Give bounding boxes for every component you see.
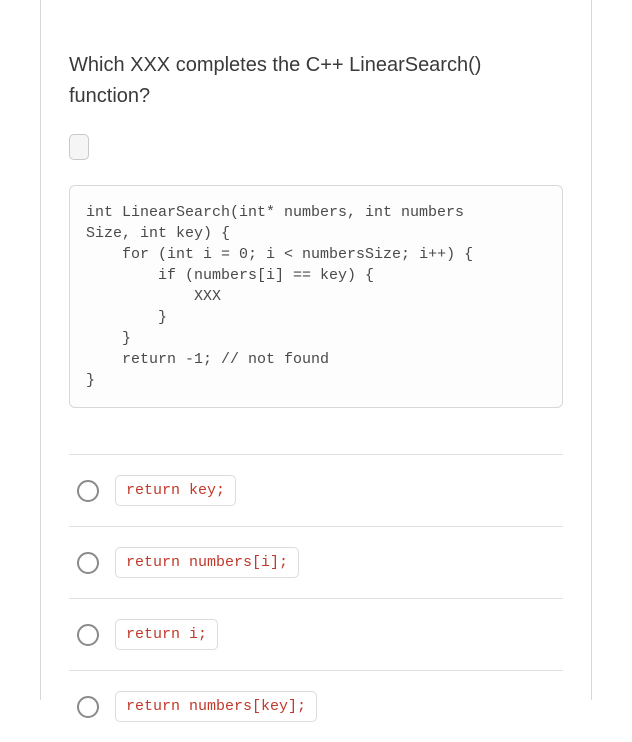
option-row[interactable]: return key; xyxy=(69,454,563,526)
attachment-badge xyxy=(69,134,89,160)
radio-icon[interactable] xyxy=(77,624,99,646)
answer-options: return key; return numbers[i]; return i;… xyxy=(69,454,563,742)
radio-icon[interactable] xyxy=(77,552,99,574)
code-block: int LinearSearch(int* numbers, int numbe… xyxy=(69,185,563,408)
radio-icon[interactable] xyxy=(77,480,99,502)
option-row[interactable]: return i; xyxy=(69,598,563,670)
option-code: return key; xyxy=(115,475,236,506)
radio-icon[interactable] xyxy=(77,696,99,718)
question-card: Which XXX completes the C++ LinearSearch… xyxy=(40,0,592,700)
option-code: return i; xyxy=(115,619,218,650)
option-code: return numbers[key]; xyxy=(115,691,317,722)
option-row[interactable]: return numbers[i]; xyxy=(69,526,563,598)
option-code: return numbers[i]; xyxy=(115,547,299,578)
option-row[interactable]: return numbers[key]; xyxy=(69,670,563,742)
question-text: Which XXX completes the C++ LinearSearch… xyxy=(69,50,563,112)
